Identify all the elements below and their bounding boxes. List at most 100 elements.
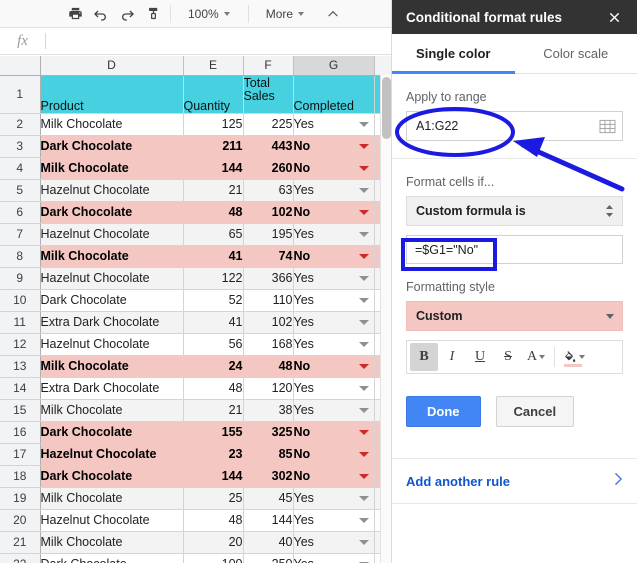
- data-validation-dropdown-icon[interactable]: [358, 166, 369, 171]
- table-row[interactable]: 20 Hazelnut Chocolate 48 144 Yes: [0, 509, 391, 532]
- cell-completed[interactable]: Yes: [293, 223, 375, 246]
- cell-sales[interactable]: 225: [243, 113, 294, 136]
- tab-single-color[interactable]: Single color: [392, 34, 515, 74]
- bold-button[interactable]: B: [410, 343, 438, 371]
- italic-button[interactable]: I: [438, 343, 466, 371]
- strikethrough-button[interactable]: S: [494, 343, 522, 371]
- tab-color-scale[interactable]: Color scale: [515, 34, 637, 73]
- table-row[interactable]: 22Dark Chocolate100250Yes: [0, 553, 391, 563]
- data-validation-dropdown-icon[interactable]: [358, 342, 369, 347]
- row-header-22[interactable]: 22: [0, 553, 41, 563]
- row-header-7[interactable]: 7: [0, 223, 41, 246]
- cell-completed[interactable]: Yes: [293, 531, 375, 554]
- condition-type-select[interactable]: Custom formula is: [406, 196, 623, 226]
- row-header-5[interactable]: 5: [0, 179, 41, 202]
- cell-sales[interactable]: 48: [243, 355, 294, 378]
- zoom-selector[interactable]: 100%: [175, 2, 234, 26]
- table-row[interactable]: 14 Extra Dark Chocolate 48 120 Yes: [0, 377, 391, 400]
- cell-quantity[interactable]: 100: [183, 553, 244, 563]
- table-row[interactable]: 7 Hazelnut Chocolate 65 195 Yes: [0, 223, 391, 246]
- table-row[interactable]: 13 Milk Chocolate 24 48 No: [0, 355, 391, 378]
- cell-quantity[interactable]: 41: [183, 245, 244, 268]
- table-row[interactable]: 8 Milk Chocolate 41 74 No: [0, 245, 391, 268]
- table-row[interactable]: 9 Hazelnut Chocolate 122 366 Yes: [0, 267, 391, 290]
- fill-color-button[interactable]: [559, 343, 589, 371]
- cell-completed[interactable]: No: [293, 135, 375, 158]
- cell-completed[interactable]: Yes: [293, 311, 375, 334]
- cell-sales[interactable]: 45: [243, 487, 294, 510]
- row-header-2[interactable]: 2: [0, 113, 41, 136]
- custom-formula-field[interactable]: =$G1="No": [406, 235, 623, 264]
- row-header-10[interactable]: 10: [0, 289, 41, 312]
- cell-quantity[interactable]: 21: [183, 179, 244, 202]
- cell-sales[interactable]: 168: [243, 333, 294, 356]
- print-icon[interactable]: [62, 2, 88, 26]
- cell-product[interactable]: Extra Dark Chocolate: [40, 311, 184, 334]
- cell-product[interactable]: Hazelnut Chocolate: [40, 333, 184, 356]
- cell-quantity[interactable]: 52: [183, 289, 244, 312]
- data-validation-dropdown-icon[interactable]: [358, 540, 369, 545]
- cell-completed[interactable]: Yes: [293, 509, 375, 532]
- cell-sales[interactable]: 110: [243, 289, 294, 312]
- row-header-16[interactable]: 16: [0, 421, 41, 444]
- column-header-G[interactable]: G: [293, 56, 375, 76]
- row-header-12[interactable]: 12: [0, 333, 41, 356]
- cell-product[interactable]: Milk Chocolate: [40, 399, 184, 422]
- table-row[interactable]: 10 Dark Chocolate 52 110 Yes: [0, 289, 391, 312]
- data-validation-dropdown-icon[interactable]: [358, 364, 369, 369]
- undo-icon[interactable]: [88, 2, 114, 26]
- table-row[interactable]: 11 Extra Dark Chocolate 41 102 Yes: [0, 311, 391, 334]
- row-header-21[interactable]: 21: [0, 531, 41, 554]
- table-row[interactable]: 15 Milk Chocolate 21 38 Yes: [0, 399, 391, 422]
- column-header-E[interactable]: E: [183, 56, 244, 76]
- row-header-4[interactable]: 4: [0, 157, 41, 180]
- cell-sales[interactable]: 38: [243, 399, 294, 422]
- cell-quantity[interactable]: 211: [183, 135, 244, 158]
- data-validation-dropdown-icon[interactable]: [358, 232, 369, 237]
- sheet-vertical-scrollbar[interactable]: [380, 75, 391, 563]
- select-all-corner[interactable]: [0, 56, 41, 76]
- cell-quantity[interactable]: 144: [183, 157, 244, 180]
- more-button[interactable]: More: [253, 2, 308, 26]
- data-validation-dropdown-icon[interactable]: [358, 210, 369, 215]
- cell-completed[interactable]: Yes: [293, 179, 375, 202]
- cell-product[interactable]: Milk Chocolate: [40, 245, 184, 268]
- column-header-D[interactable]: D: [40, 56, 184, 76]
- cell-quantity[interactable]: 155: [183, 421, 244, 444]
- cell-product[interactable]: Extra Dark Chocolate: [40, 377, 184, 400]
- cell-completed[interactable]: Yes: [293, 377, 375, 400]
- cell-sales[interactable]: 260: [243, 157, 294, 180]
- row-header-15[interactable]: 15: [0, 399, 41, 422]
- done-button[interactable]: Done: [406, 396, 481, 427]
- cell-completed[interactable]: No: [293, 421, 375, 444]
- table-row[interactable]: 19 Milk Chocolate 25 45 Yes: [0, 487, 391, 510]
- add-another-rule-row[interactable]: Add another rule: [392, 458, 637, 504]
- cell-product[interactable]: Dark Chocolate: [40, 289, 184, 312]
- cell-sales[interactable]: 302: [243, 465, 294, 488]
- cell-sales[interactable]: 195: [243, 223, 294, 246]
- cell-quantity[interactable]: 122: [183, 267, 244, 290]
- table-row[interactable]: 16 Dark Chocolate 155 325 No: [0, 421, 391, 444]
- table-row[interactable]: 3 Dark Chocolate 211 443 No: [0, 135, 391, 158]
- data-validation-dropdown-icon[interactable]: [358, 496, 369, 501]
- cell-completed[interactable]: No: [293, 245, 375, 268]
- row-header-17[interactable]: 17: [0, 443, 41, 466]
- cell-quantity[interactable]: 24: [183, 355, 244, 378]
- cell-sales[interactable]: 63: [243, 179, 294, 202]
- cell-product[interactable]: Hazelnut Chocolate: [40, 509, 184, 532]
- cell-completed[interactable]: No: [293, 465, 375, 488]
- cell-completed[interactable]: Yes: [293, 553, 375, 563]
- data-validation-dropdown-icon[interactable]: [358, 474, 369, 479]
- row-header-8[interactable]: 8: [0, 245, 41, 268]
- cell-sales[interactable]: 366: [243, 267, 294, 290]
- cell-quantity[interactable]: 48: [183, 201, 244, 224]
- cell-quantity[interactable]: 23: [183, 443, 244, 466]
- data-validation-dropdown-icon[interactable]: [358, 122, 369, 127]
- cell-product[interactable]: Dark Chocolate: [40, 135, 184, 158]
- formatting-style-select[interactable]: Custom: [406, 301, 623, 331]
- row-header-1[interactable]: 1: [0, 75, 41, 114]
- cell-quantity[interactable]: 20: [183, 531, 244, 554]
- data-validation-dropdown-icon[interactable]: [358, 430, 369, 435]
- table-row[interactable]: 2 Milk Chocolate 125 225 Yes: [0, 113, 391, 136]
- cell-product[interactable]: Dark Chocolate: [40, 465, 184, 488]
